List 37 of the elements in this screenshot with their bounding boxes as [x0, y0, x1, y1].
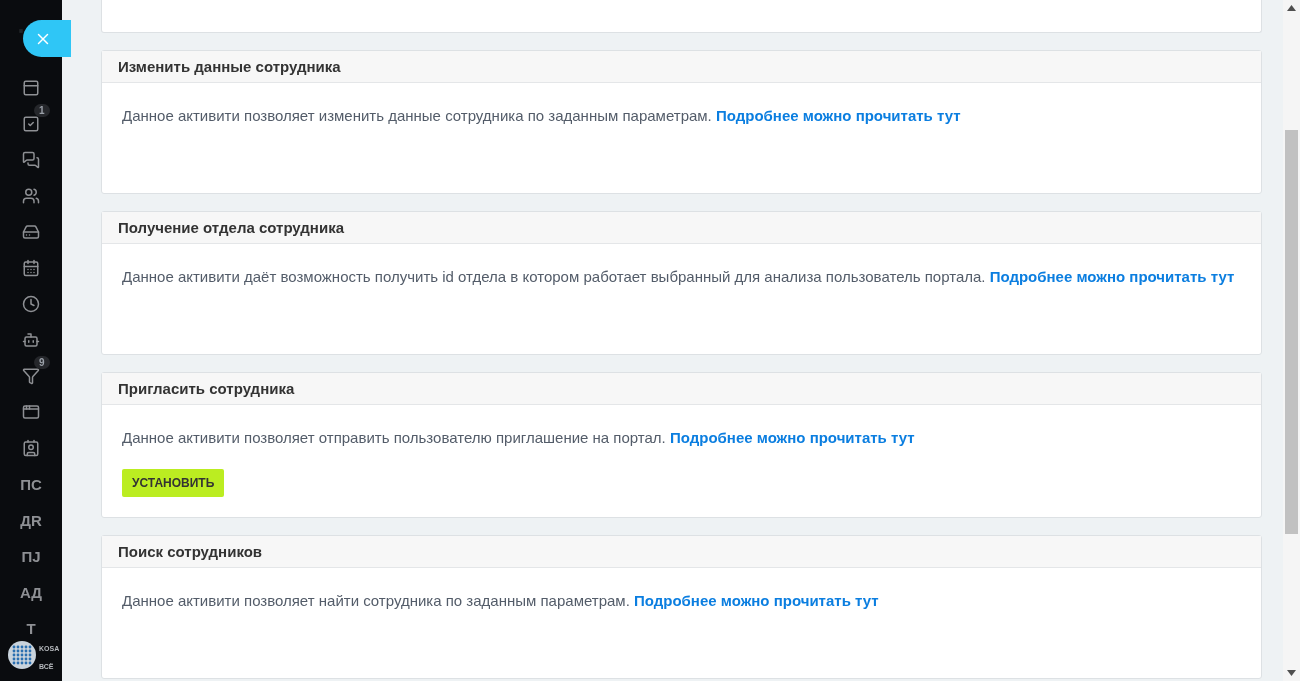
details-link[interactable]: Подробнее можно прочитать тут — [634, 592, 879, 609]
scroll-down-icon[interactable] — [1287, 670, 1296, 676]
close-button[interactable] — [23, 20, 71, 57]
scrollbar[interactable] — [1283, 0, 1300, 681]
window-icon[interactable] — [22, 403, 40, 421]
details-link[interactable]: Подробнее можно прочитать тут — [715, 107, 961, 124]
sidebar-item[interactable]: ПС — [0, 466, 62, 502]
chat-icon[interactable] — [22, 151, 40, 169]
users-icon[interactable] — [22, 187, 40, 205]
robot-icon[interactable] — [22, 331, 40, 349]
card-description: Данное активити позволяет изменить данные сотрудника по заданным параметрам. Подробнее можно прочитать тут — [122, 106, 961, 126]
sidebar-item[interactable]: ДR — [0, 502, 62, 538]
card-description: Данное активити даёт возможность получить id отдела в котором работает выбранный для анализа пользователь портала. Подробнее можно прочитать тут — [122, 267, 1235, 287]
install-button[interactable]: УСТАНОВИТЬ — [122, 469, 225, 497]
card-title: Пригласить сотрудника — [102, 373, 1261, 405]
sidebar-item[interactable]: Т — [0, 610, 62, 646]
card-description: Данное активити позволяет отправить пользователю приглашение на портал. Подробнее можно прочитать тут — [122, 428, 915, 448]
calendar-icon[interactable] — [22, 259, 40, 277]
scroll-up-icon[interactable] — [1287, 5, 1296, 11]
contact-card-icon[interactable] — [22, 439, 40, 457]
card-description: Данное активити позволяет найти сотрудника по заданным параметрам. Подробнее можно прочитать тут — [122, 591, 879, 611]
drive-icon[interactable] — [22, 223, 40, 241]
logo-icon — [8, 641, 36, 669]
clock-icon[interactable] — [22, 295, 40, 313]
sidebar-item[interactable]: ПJ — [0, 538, 62, 574]
card-title: Изменить данные сотрудника — [102, 51, 1261, 83]
card-title: Поиск сотрудников — [102, 536, 1261, 568]
details-link[interactable]: Подробнее можно прочитать тут — [989, 268, 1235, 285]
details-link[interactable]: Подробнее можно прочитать тут — [669, 429, 915, 446]
sidebar-item[interactable]: АД — [0, 574, 62, 610]
badge: 9 — [34, 356, 50, 369]
scroll-thumb[interactable] — [1285, 130, 1298, 534]
card-title: Получение отдела сотрудника — [102, 212, 1261, 244]
checkbox-icon[interactable] — [22, 115, 40, 133]
badge: 1 — [34, 104, 50, 117]
panel-icon[interactable] — [22, 79, 40, 97]
filter-icon[interactable] — [22, 367, 40, 385]
